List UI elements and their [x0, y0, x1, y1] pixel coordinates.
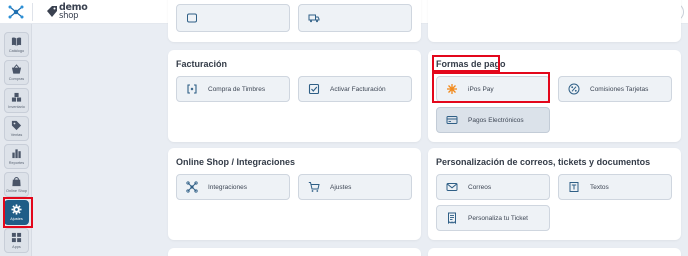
section-title: Facturación [176, 59, 228, 69]
card-personalizacion: Personalización de correos, tickets y do… [428, 148, 681, 240]
text-document-icon [567, 180, 581, 194]
sidebar-item-label: Ventas [10, 133, 23, 137]
header-divider [32, 3, 33, 21]
card-facturacion: Facturación Compra de Timbres Activar Fa… [168, 50, 421, 142]
integrations-icon [185, 180, 199, 194]
card-top-right-partial [428, 0, 681, 42]
sidebar-item-catalogo[interactable]: Catálogo [4, 32, 29, 57]
sidebar-item-online-shop[interactable]: Online Shop [4, 172, 29, 197]
option-activar-facturacion[interactable]: Activar Facturación [298, 76, 412, 102]
checkbox-icon [307, 82, 321, 96]
sidebar-item-label: Compras [8, 77, 25, 81]
percent-icon [567, 82, 581, 96]
section-title: Personalización de correos, tickets y do… [436, 157, 651, 167]
option-label: Integraciones [208, 183, 248, 191]
boxes-icon [11, 92, 22, 102]
option-label: Compra de Timbres [208, 85, 266, 93]
sidebar-item-inventario[interactable]: Inventario [4, 88, 29, 113]
option-label: Correos [468, 183, 492, 191]
option-label: Personaliza tu Ticket [468, 214, 528, 222]
option-compra-de-timbres[interactable]: Compra de Timbres [176, 76, 290, 102]
sidebar-item-label: Catálogo [8, 49, 25, 53]
option-label: Ajustes [330, 183, 352, 191]
option-integraciones[interactable]: Integraciones [176, 174, 290, 200]
card-bottom-right-partial [428, 248, 681, 256]
option-label: Activar Facturación [330, 85, 386, 93]
option-label: Textos [590, 183, 609, 191]
option-personaliza-tu-ticket[interactable]: Personaliza tu Ticket [436, 205, 550, 231]
shop-tag-icon [47, 6, 57, 17]
shopping-bag-icon [12, 177, 21, 187]
sidebar-item-label: Inventario [8, 105, 25, 109]
option-ajustes-tienda[interactable]: Ajustes [298, 174, 412, 200]
partial-option-2[interactable] [298, 4, 412, 32]
partial-option-1[interactable] [176, 4, 290, 32]
truck-icon [307, 11, 321, 25]
network-logo-icon[interactable] [7, 4, 25, 20]
book-icon [11, 37, 22, 47]
card-online-shop-integraciones: Online Shop / Integraciones Integracione… [168, 148, 421, 240]
brand-name-line2: shop [59, 11, 79, 21]
sidebar-item-label: Reportes [8, 161, 25, 165]
tag-icon [11, 120, 22, 131]
receipt-code-icon [185, 82, 199, 96]
sidebar-item-apps[interactable]: Apps [4, 228, 29, 253]
option-comisiones-tarjetas[interactable]: Comisiones Tarjetas [558, 76, 672, 102]
formas-de-pago-highlight [432, 55, 500, 72]
ticket-icon [445, 211, 459, 225]
ajustes-highlight [3, 197, 33, 228]
card-bottom-left-partial [168, 248, 421, 256]
section-title: Online Shop / Integraciones [176, 157, 296, 167]
option-pagos-electronicos[interactable]: Pagos Electrónicos [436, 107, 550, 133]
apps-grid-icon [11, 232, 22, 243]
sidebar-item-compras[interactable]: Compras [4, 60, 29, 85]
sidebar-item-label: Online Shop [6, 189, 27, 193]
sidebar-item-label: Apps [12, 245, 21, 249]
ipos-pay-highlight [432, 72, 550, 103]
sidebar-item-ventas[interactable]: Ventas [4, 116, 29, 141]
bar-chart-icon [12, 149, 21, 159]
partial-option-icon [185, 11, 199, 25]
option-textos[interactable]: Textos [558, 174, 672, 200]
sidebar-item-reportes[interactable]: Reportes [4, 144, 29, 169]
basket-icon [11, 64, 22, 74]
option-correos[interactable]: Correos [436, 174, 550, 200]
option-label: Pagos Electrónicos [468, 116, 524, 124]
card-top-left-partial [168, 0, 421, 42]
option-label: Comisiones Tarjetas [590, 85, 649, 93]
envelope-icon [445, 180, 459, 194]
credit-card-icon [445, 113, 459, 127]
shopping-cart-icon [307, 180, 321, 194]
